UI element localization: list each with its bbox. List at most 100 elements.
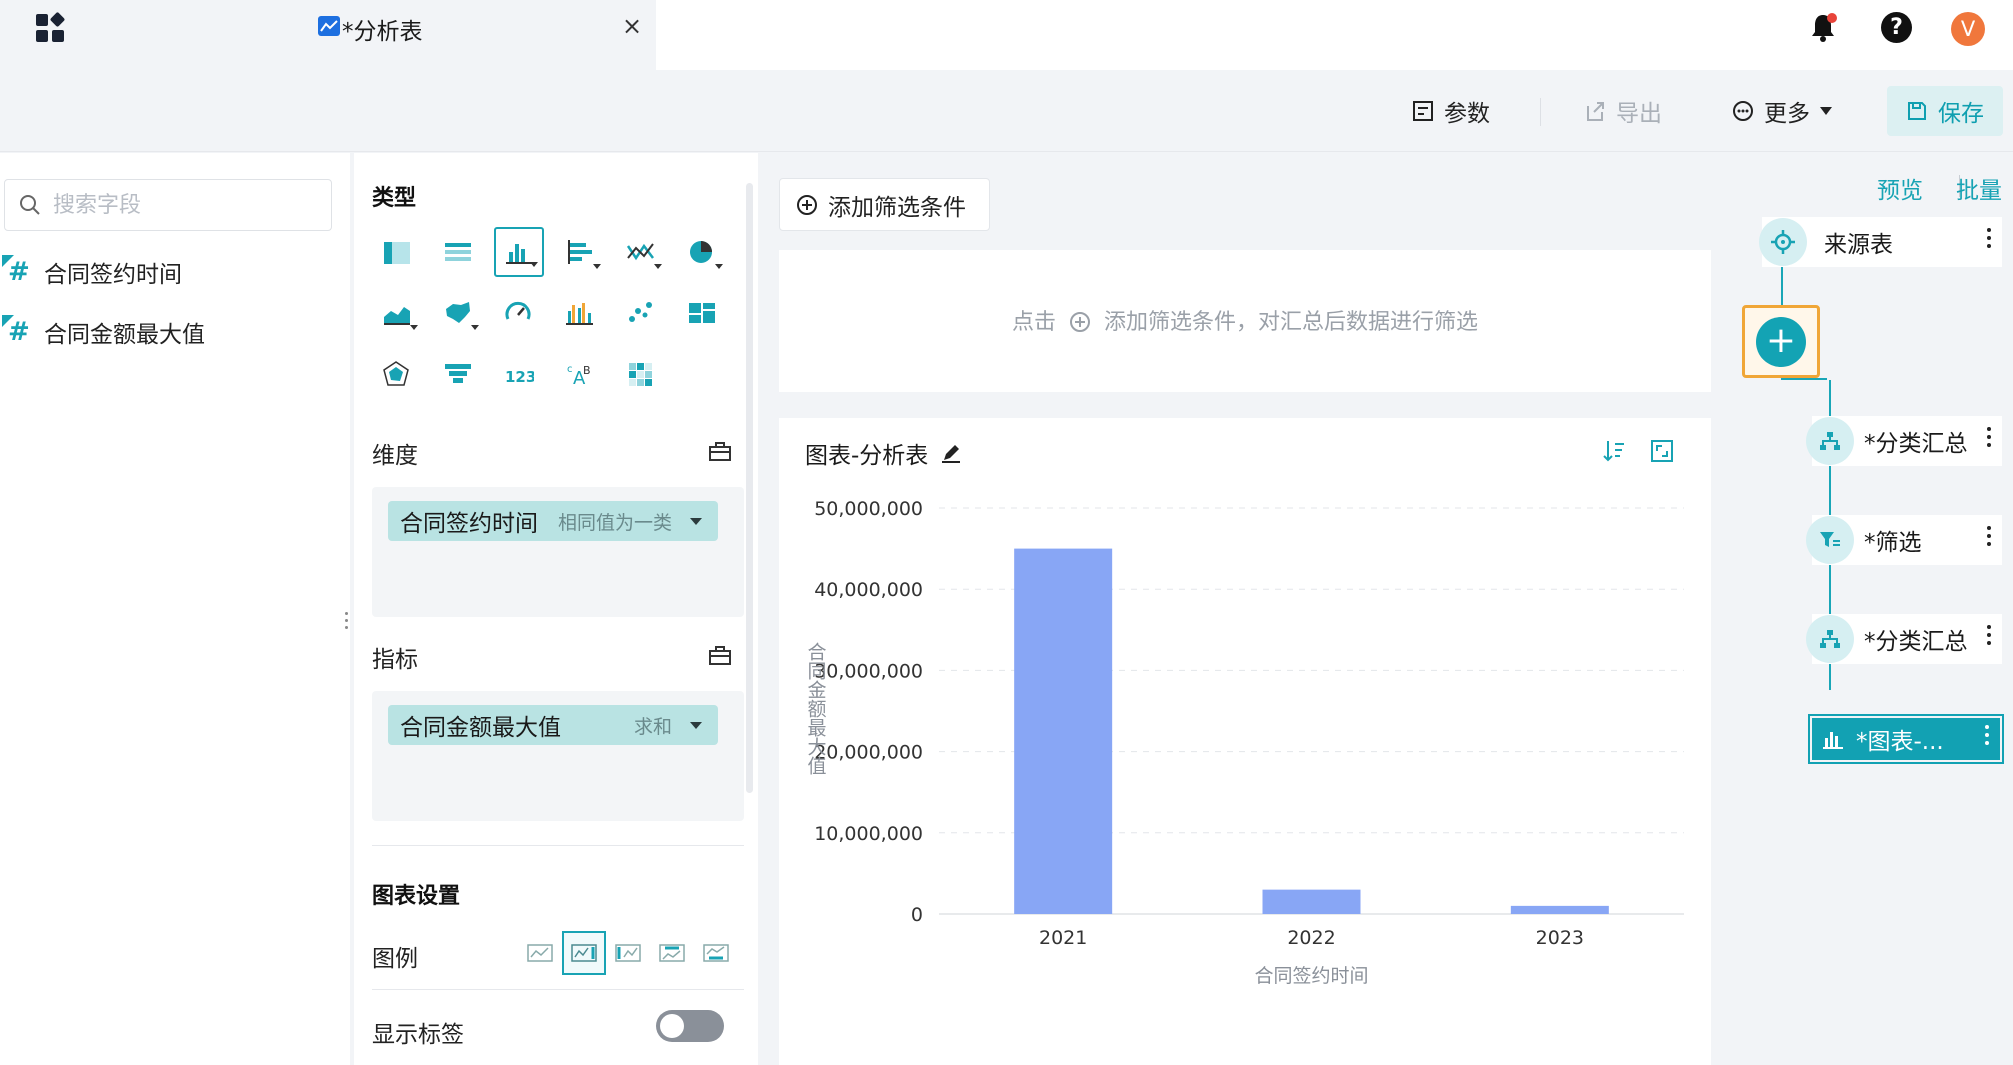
horizontal-bar-icon[interactable] <box>555 227 605 277</box>
area-chart-icon[interactable] <box>372 288 422 338</box>
params-icon <box>1413 101 1433 121</box>
node-more-icon[interactable] <box>1986 228 1992 254</box>
chart-settings-title: 图表设置 <box>372 884 461 909</box>
y-axis-title: 合同金额最大值 <box>807 642 826 778</box>
config-panel: 类型 123 c A B 维度 合同签约时间 相同值为一类 指标 合同金额最大值 求和… <box>354 153 758 1065</box>
chevron-down-icon[interactable] <box>690 722 702 729</box>
flow-node-chart[interactable]: *图表-... <box>1808 714 2004 764</box>
bar <box>1262 889 1361 914</box>
funnel-icon[interactable] <box>433 349 483 399</box>
tab-analysis[interactable]: *分析表 × <box>292 0 656 70</box>
scatter-icon[interactable] <box>616 288 666 338</box>
chart-tab-icon <box>318 16 340 36</box>
dashboard-icon[interactable] <box>677 288 727 338</box>
bar <box>1510 905 1609 914</box>
y-tick-label: 50,000,000 <box>814 498 923 520</box>
bar <box>1014 548 1113 914</box>
measure-drop-zone[interactable]: 合同金额最大值 求和 <box>372 691 744 821</box>
bell-icon[interactable] <box>1808 12 1840 44</box>
multi-bar-icon[interactable] <box>555 288 605 338</box>
batch-link[interactable]: 批量 <box>1956 171 2002 205</box>
legend-left-option[interactable] <box>606 931 650 975</box>
flow-connector <box>1781 265 1783 310</box>
save-button[interactable]: 保存 <box>1887 86 2003 136</box>
pie-chart-icon[interactable] <box>677 227 727 277</box>
x-axis-title: 合同签约时间 <box>1254 965 1368 987</box>
panel-resize-handle[interactable] <box>343 612 349 636</box>
hierarchy-icon <box>1806 615 1854 663</box>
chart-card: 图表-分析表 0 10,000,000 20,000,000 30,000,000 40… <box>779 418 1711 1065</box>
divider <box>372 989 744 990</box>
fullscreen-icon[interactable] <box>1649 438 1675 464</box>
bar-chart-icon[interactable] <box>494 227 544 277</box>
field-label: 合同金额最大值 <box>44 322 205 348</box>
plus-icon: + <box>1756 317 1806 367</box>
params-button[interactable]: 参数 <box>1412 94 1490 128</box>
legend-top-option[interactable] <box>650 931 694 975</box>
help-icon[interactable]: ? <box>1881 12 1912 43</box>
add-filter-label: 添加筛选条件 <box>828 194 966 221</box>
y-tick-label: 40,000,000 <box>814 579 923 601</box>
heatmap-icon[interactable] <box>616 349 666 399</box>
radar-icon[interactable] <box>372 349 422 399</box>
detail-table-icon[interactable] <box>433 227 483 277</box>
number-field-icon: # <box>2 255 36 289</box>
more-button[interactable]: 更多 <box>1732 94 1832 128</box>
app-grid-icon[interactable] <box>36 11 68 46</box>
measure-pill-hint: 求和 <box>633 715 672 738</box>
flow-node-aggregate[interactable]: *分类汇总 <box>1806 614 2002 664</box>
legend-bottom-option[interactable] <box>694 931 738 975</box>
line-chart-icon[interactable] <box>616 227 666 277</box>
divider <box>372 845 744 846</box>
export-icon <box>1587 102 1604 121</box>
clear-box-icon[interactable] <box>708 644 732 666</box>
measure-title: 指标 <box>372 647 418 673</box>
sort-icon[interactable] <box>1601 438 1627 464</box>
flow-node-source[interactable]: 来源表 <box>1759 217 2002 267</box>
flow-connector <box>1781 378 1827 380</box>
number-card-icon[interactable]: 123 <box>494 349 544 399</box>
node-more-icon[interactable] <box>1984 725 1990 751</box>
flow-node-filter[interactable]: *筛选 <box>1806 515 2002 565</box>
bar-chart-icon <box>1823 732 1843 749</box>
hierarchy-icon <box>1806 417 1854 465</box>
measure-pill[interactable]: 合同金额最大值 求和 <box>388 705 718 745</box>
map-icon[interactable] <box>433 288 483 338</box>
export-label: 导出 <box>1616 101 1662 127</box>
chart-title: 图表-分析表 <box>805 443 929 469</box>
filter-icon <box>1806 516 1854 564</box>
clear-box-icon[interactable] <box>708 440 732 462</box>
avatar[interactable]: V <box>1951 12 1985 46</box>
gauge-icon[interactable] <box>494 288 544 338</box>
legend-none-option[interactable] <box>518 931 562 975</box>
type-title: 类型 <box>372 186 417 211</box>
word-cloud-icon[interactable]: cAB <box>555 349 605 399</box>
node-more-icon[interactable] <box>1986 427 1992 453</box>
flow-node-aggregate[interactable]: *分类汇总 <box>1806 416 2002 466</box>
x-tick-label: 2023 <box>1536 927 1584 949</box>
config-scrollbar[interactable] <box>746 183 753 793</box>
add-filter-button[interactable]: 添加筛选条件 <box>779 178 990 231</box>
x-tick-label: 2021 <box>1039 927 1087 949</box>
add-node-button[interactable]: + <box>1742 305 1820 378</box>
field-item[interactable]: # 合同金额最大值 <box>2 312 205 352</box>
export-button[interactable]: 导出 <box>1584 94 1662 128</box>
chevron-down-icon[interactable] <box>690 518 702 525</box>
node-more-icon[interactable] <box>1986 625 1992 651</box>
preview-link[interactable]: 预览 <box>1877 171 1923 205</box>
edit-pen-icon[interactable] <box>940 442 962 464</box>
tab-close-icon[interactable]: × <box>622 12 642 40</box>
dimension-drop-zone[interactable]: 合同签约时间 相同值为一类 <box>372 487 744 617</box>
grouped-table-icon[interactable] <box>372 227 422 277</box>
search-input[interactable] <box>53 190 313 220</box>
filter-hint-suffix: 添加筛选条件，对汇总后数据进行筛选 <box>1104 310 1479 335</box>
node-label: *筛选 <box>1864 530 1922 556</box>
add-circle-icon[interactable] <box>1069 311 1091 333</box>
dimension-pill[interactable]: 合同签约时间 相同值为一类 <box>388 501 718 541</box>
node-more-icon[interactable] <box>1986 526 1992 552</box>
field-item[interactable]: # 合同签约时间 <box>2 252 182 292</box>
show-labels-toggle[interactable] <box>656 1010 724 1042</box>
svg-text:c: c <box>567 364 573 375</box>
legend-right-option[interactable] <box>562 931 606 975</box>
node-label: *分类汇总 <box>1864 629 1968 655</box>
